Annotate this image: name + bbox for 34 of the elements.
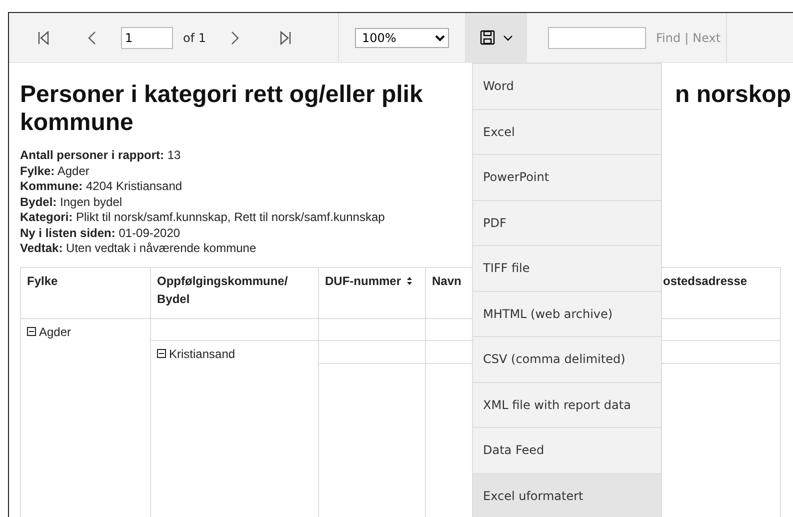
info-line: Vedtak: Uten vedtak i nåværende kommune: [20, 241, 256, 256]
column-header: Oppfølgingskommune/ Bydel: [150, 267, 318, 318]
group-label: Agder: [39, 324, 72, 340]
report-title: kommune: [20, 109, 134, 137]
info-line: Fylke: Agder: [20, 164, 90, 179]
info-line: Kommune: 4204 Kristiansand: [20, 179, 182, 194]
column-header: Fylke: [20, 267, 150, 318]
info-line: Ny i listen siden: 01-09-2020: [20, 226, 180, 241]
previous-page-icon: [86, 30, 98, 44]
page-number-field[interactable]: 1: [121, 26, 173, 48]
collapse-icon[interactable]: [157, 349, 166, 358]
collapse-icon[interactable]: [27, 327, 36, 336]
next-page-icon: [229, 30, 242, 44]
caret-icon: [503, 34, 513, 40]
last-page-icon: [280, 30, 292, 44]
info-line: Bydel: Ingen bydel: [20, 194, 122, 210]
find-field[interactable]: [548, 26, 646, 48]
group-label: Kristiansand: [169, 346, 236, 362]
first-page-icon: [37, 30, 49, 44]
export-button[interactable]: [466, 13, 527, 62]
menu-item[interactable]: MHTML (web archive): [473, 292, 661, 337]
menu-item[interactable]: XML file with report data: [473, 382, 661, 428]
report-title: Personer i kategori rett og/eller plik: [20, 81, 424, 109]
column-header: DUF-nummer: [325, 274, 402, 288]
zoom-select[interactable]: 100%: [355, 28, 449, 48]
info-line: Antall personer i rapport: 13: [20, 148, 181, 164]
info-line: Kategori: Plikt til norsk/samf.kunnskap, Rett til norsk/samf.kunnskap: [20, 210, 385, 226]
save-icon: [480, 30, 495, 45]
menu-item[interactable]: Excel: [473, 110, 661, 155]
menu-item[interactable]: PDF: [473, 200, 661, 246]
menu-item[interactable]: Excel uformatert: [473, 474, 661, 517]
separator-text: |: [684, 30, 689, 46]
report-title: n norskop: [675, 81, 792, 109]
page-count: of 1: [183, 30, 206, 46]
